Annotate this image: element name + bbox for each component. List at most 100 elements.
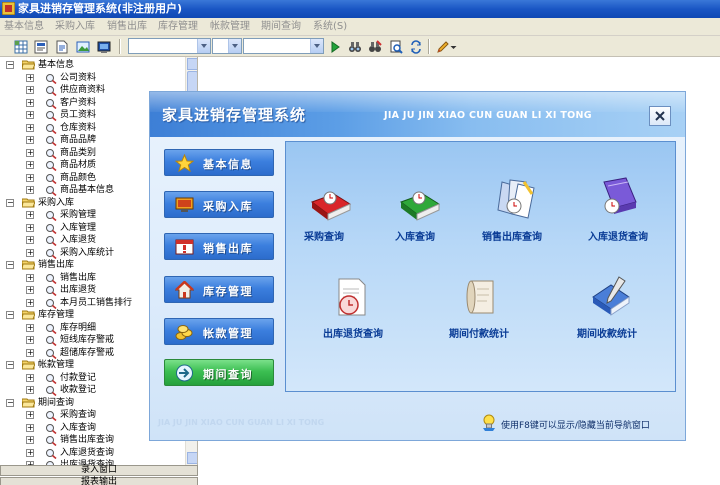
scroll-down-icon[interactable]	[187, 452, 197, 464]
tree-expand-toggle[interactable]: +	[26, 74, 34, 82]
tree-expand-toggle[interactable]: +	[26, 211, 34, 219]
tree-group-label[interactable]: 基本信息	[38, 59, 74, 71]
screen-icon[interactable]	[95, 38, 112, 55]
menu-basic-info[interactable]: 基本信息	[4, 20, 44, 34]
tree-expand-toggle[interactable]: +	[26, 324, 34, 332]
tree-collapse-toggle[interactable]: −	[6, 61, 14, 69]
document-icon[interactable]	[53, 38, 70, 55]
tree-expand-toggle[interactable]: +	[26, 224, 34, 232]
binoculars-edit-icon[interactable]	[366, 38, 383, 55]
tree-group-label[interactable]: 销售出库	[38, 259, 74, 271]
chevron-down-icon[interactable]	[228, 39, 241, 53]
tree-expand-toggle[interactable]: +	[26, 436, 34, 444]
nav-sales-button[interactable]: 销售出库	[164, 233, 274, 260]
tree-expand-toggle[interactable]: +	[26, 236, 34, 244]
toolbar-combo-3[interactable]	[243, 38, 324, 54]
menu-purchase[interactable]: 采购入库	[55, 20, 95, 34]
binoculars-icon[interactable]	[346, 38, 363, 55]
tree-item-label[interactable]: 出库退货	[60, 284, 96, 296]
menu-period-query[interactable]: 期间查询	[261, 20, 301, 34]
tree-collapse-toggle[interactable]: −	[6, 361, 14, 369]
tree-expand-toggle[interactable]: +	[26, 124, 34, 132]
tree-expand-toggle[interactable]: +	[26, 111, 34, 119]
tree-item-label[interactable]: 收款登记	[60, 384, 96, 396]
tree-item-label[interactable]: 商品颜色	[60, 172, 96, 184]
tree-item-label[interactable]: 供应商资料	[60, 84, 105, 96]
tree-expand-toggle[interactable]: +	[26, 274, 34, 282]
tree-collapse-toggle[interactable]: −	[6, 261, 14, 269]
tree-expand-toggle[interactable]: +	[26, 136, 34, 144]
tree-item-label[interactable]: 库存明细	[60, 322, 96, 334]
chevron-down-icon[interactable]	[310, 39, 323, 53]
tree-expand-toggle[interactable]: +	[26, 336, 34, 344]
tree-item-label[interactable]: 商品品牌	[60, 134, 96, 146]
report-output-button[interactable]: 报表输出	[0, 477, 198, 485]
tree-expand-toggle[interactable]: +	[26, 386, 34, 394]
nav-basic-info-button[interactable]: 基本信息	[164, 149, 274, 176]
chevron-down-icon[interactable]	[449, 38, 458, 55]
tree-expand-toggle[interactable]: +	[26, 86, 34, 94]
tree-item-label[interactable]: 商品类别	[60, 147, 96, 159]
tree-expand-toggle[interactable]: +	[26, 249, 34, 257]
menu-system[interactable]: 系统(S)	[313, 20, 347, 34]
tree-group-label[interactable]: 采购入库	[38, 197, 74, 209]
tree-item-label[interactable]: 仓库资料	[60, 122, 96, 134]
input-window-button[interactable]: 录入窗口	[0, 465, 198, 476]
toolbar-combo-1[interactable]	[128, 38, 211, 54]
tree-item-label[interactable]: 采购查询	[60, 409, 96, 421]
image-icon[interactable]	[74, 38, 91, 55]
tree-item-label[interactable]: 采购入库统计	[60, 247, 114, 259]
close-button[interactable]	[649, 106, 671, 126]
tree-item-label[interactable]: 入库查询	[60, 422, 96, 434]
tree-group-label[interactable]: 库存管理	[38, 309, 74, 321]
grid-icon[interactable]	[12, 38, 29, 55]
play-icon[interactable]	[326, 38, 343, 55]
tree-item-label[interactable]: 员工资料	[60, 109, 96, 121]
tree-expand-toggle[interactable]: +	[26, 149, 34, 157]
tree-collapse-toggle[interactable]: −	[6, 199, 14, 207]
tree-item-label[interactable]: 商品基本信息	[60, 184, 114, 196]
tree-item-label[interactable]: 采购管理	[60, 209, 96, 221]
chevron-down-icon[interactable]	[197, 39, 210, 53]
tree-expand-toggle[interactable]: +	[26, 186, 34, 194]
nav-inventory-button[interactable]: 库存管理	[164, 276, 274, 303]
tree-item-label[interactable]: 入库退货查询	[60, 447, 114, 459]
tree-item-label[interactable]: 客户资料	[60, 97, 96, 109]
nav-period-query-button[interactable]: 期间查询	[164, 359, 274, 386]
nav-accounts-button[interactable]: 帐款管理	[164, 318, 274, 345]
tree-item-label[interactable]: 入库退货	[60, 234, 96, 246]
preview-icon[interactable]	[387, 38, 404, 55]
tree-group-label[interactable]: 期间查询	[38, 397, 74, 409]
tree-item-label[interactable]: 销售出库	[60, 272, 96, 284]
tree-expand-toggle[interactable]: +	[26, 411, 34, 419]
menu-inventory[interactable]: 库存管理	[158, 20, 198, 34]
tree-item-label[interactable]: 入库管理	[60, 222, 96, 234]
tree-expand-toggle[interactable]: +	[26, 99, 34, 107]
nav-accounts-label: 帐款管理	[203, 327, 253, 340]
tree-collapse-toggle[interactable]: −	[6, 311, 14, 319]
tree-expand-toggle[interactable]: +	[26, 161, 34, 169]
tree-expand-toggle[interactable]: +	[26, 299, 34, 307]
tree-expand-toggle[interactable]: +	[26, 374, 34, 382]
tree-collapse-toggle[interactable]: −	[6, 399, 14, 407]
tree-item-label[interactable]: 商品材质	[60, 159, 96, 171]
form-icon[interactable]	[32, 38, 49, 55]
refresh-icon[interactable]	[407, 38, 424, 55]
tree-item-label[interactable]: 销售出库查询	[60, 434, 114, 446]
tree-item-label[interactable]: 超储库存警戒	[60, 347, 114, 359]
scroll-up-icon[interactable]	[187, 58, 197, 70]
tree-item-label[interactable]: 付款登记	[60, 372, 96, 384]
tree-group-label[interactable]: 帐款管理	[38, 359, 74, 371]
tree-item-label[interactable]: 公司资料	[60, 72, 96, 84]
tree-expand-toggle[interactable]: +	[26, 424, 34, 432]
nav-purchase-button[interactable]: 采购入库	[164, 191, 274, 218]
tree-expand-toggle[interactable]: +	[26, 286, 34, 294]
tree-item-label[interactable]: 本月员工销售排行	[60, 297, 132, 309]
toolbar-combo-2[interactable]	[212, 38, 242, 54]
menu-accounts[interactable]: 帐款管理	[210, 20, 250, 34]
menu-sales[interactable]: 销售出库	[107, 20, 147, 34]
tree-expand-toggle[interactable]: +	[26, 349, 34, 357]
tree-expand-toggle[interactable]: +	[26, 449, 34, 457]
tree-item-label[interactable]: 短线库存警戒	[60, 334, 114, 346]
tree-expand-toggle[interactable]: +	[26, 174, 34, 182]
